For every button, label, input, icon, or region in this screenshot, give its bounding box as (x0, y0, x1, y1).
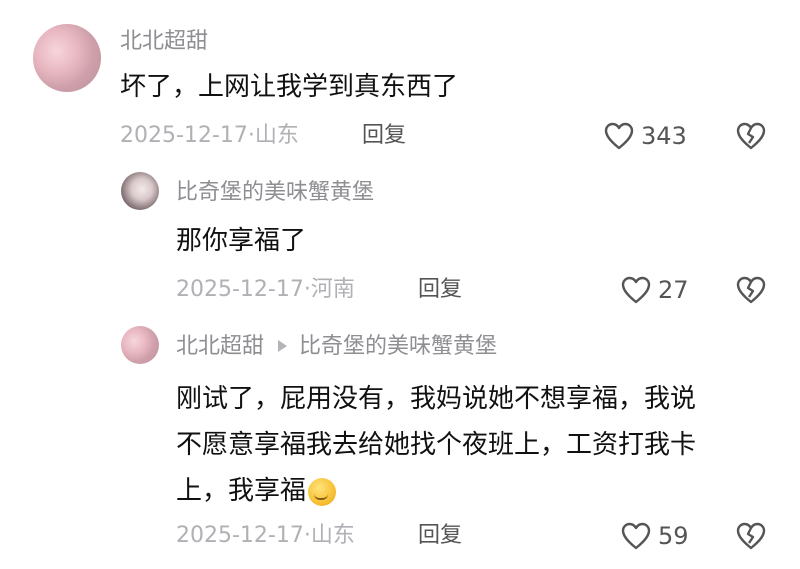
comment-username-line: 北北超甜 比奇堡的美味蟹黄堡 (176, 333, 497, 361)
like-button[interactable]: 59 (620, 521, 689, 551)
comment-text-line: 上，我享福 (176, 476, 307, 506)
comment-meta: 2025-12-17·山东 (176, 523, 355, 548)
smirk-face-emoji-icon (308, 477, 337, 506)
triangle-right-icon (278, 340, 288, 352)
like-count: 343 (641, 122, 687, 150)
comment-username[interactable]: 北北超甜 (176, 334, 264, 359)
broken-heart-icon (736, 276, 766, 304)
heart-icon (604, 122, 634, 150)
dislike-button[interactable] (735, 521, 767, 551)
comment-text-line: 刚试了，屁用没有，我妈说她不想享福，我说 (176, 384, 697, 414)
reply-button[interactable]: 回复 (418, 522, 462, 550)
avatar[interactable] (121, 326, 159, 364)
like-count: 59 (658, 522, 689, 550)
broken-heart-icon (736, 522, 766, 550)
avatar[interactable] (121, 172, 159, 210)
dislike-button[interactable] (735, 121, 767, 151)
reply-button[interactable]: 回复 (418, 276, 462, 304)
comment-text-line-last: 上，我享福 (176, 468, 776, 514)
dislike-button[interactable] (735, 275, 767, 305)
comment-meta: 2025-12-17·河南 (176, 277, 355, 302)
like-count: 27 (658, 276, 689, 304)
avatar[interactable] (33, 24, 101, 92)
broken-heart-icon (736, 122, 766, 150)
comment-text: 那你享福了 (176, 226, 307, 256)
like-button[interactable]: 27 (620, 275, 689, 305)
comment-text: 刚试了，屁用没有，我妈说她不想享福，我说 不愿意享福我去给她找个夜班上，工资打我… (176, 376, 776, 514)
like-button[interactable]: 343 (603, 121, 687, 151)
comment-text-line: 不愿意享福我去给她找个夜班上，工资打我卡 (176, 430, 697, 460)
heart-icon (621, 522, 651, 550)
reply-button[interactable]: 回复 (362, 122, 406, 150)
heart-icon (621, 276, 651, 304)
comment-text: 坏了，上网让我学到真东西了 (120, 72, 459, 102)
comment-meta: 2025-12-17·山东 (120, 123, 299, 148)
comment-username[interactable]: 比奇堡的美味蟹黄堡 (176, 179, 374, 207)
reply-to-username[interactable]: 比奇堡的美味蟹黄堡 (299, 334, 497, 359)
comment-username[interactable]: 北北超甜 (120, 28, 208, 56)
